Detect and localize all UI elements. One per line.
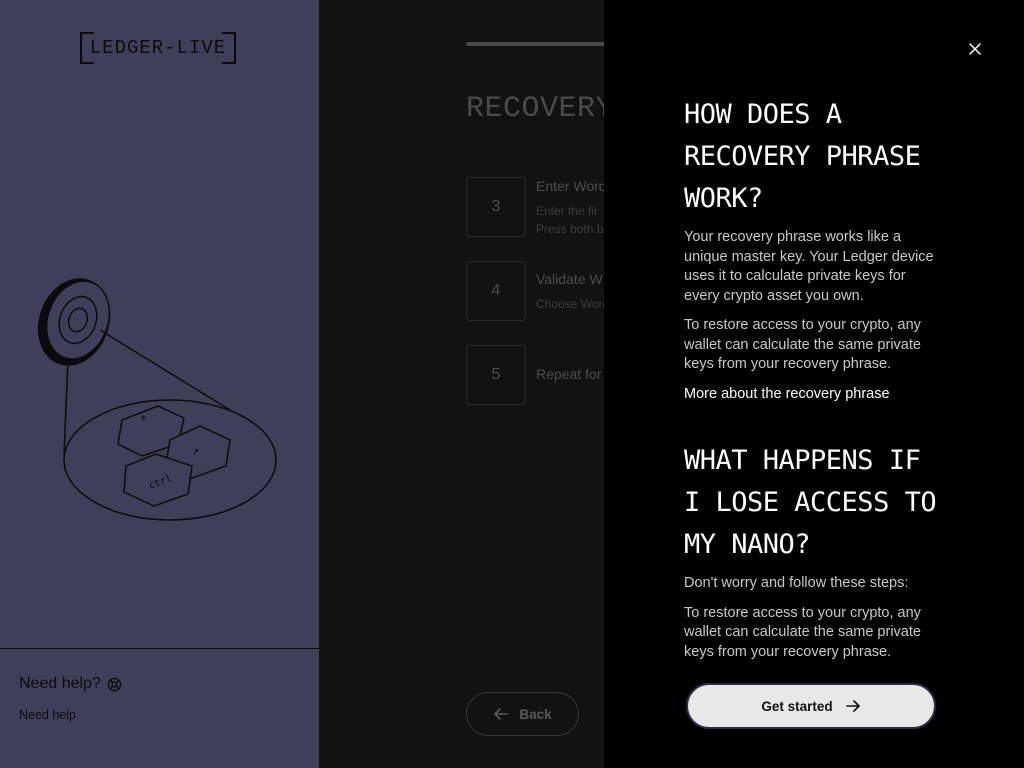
need-help-label: Need help? (19, 675, 101, 692)
svg-text:↗: ↗ (192, 443, 199, 457)
get-started-label: Get started (761, 698, 833, 714)
close-icon (969, 43, 981, 55)
drawer-content: HOW DOES A RECOVERY PHRASE WORK? Your re… (684, 94, 939, 672)
sidebar-divider (0, 648, 319, 649)
help-icon (107, 677, 122, 691)
logo-text: LEDGER-LIVE (89, 37, 227, 59)
logo-bracket-right (222, 32, 236, 64)
step-description: Choose Word (536, 295, 609, 313)
info-drawer: HOW DOES A RECOVERY PHRASE WORK? Your re… (604, 0, 1024, 768)
recovery-phrase-link[interactable]: More about the recovery phrase (684, 385, 939, 405)
step-number: 5 (466, 345, 526, 405)
close-button[interactable] (966, 40, 984, 58)
step-description-line: Press both b (536, 222, 604, 236)
back-button[interactable]: Back (466, 692, 579, 736)
step-description-line: Enter the fir (536, 204, 599, 218)
need-help-link[interactable]: Need help (19, 708, 76, 722)
step-number: 3 (466, 177, 526, 237)
svg-text:*: * (140, 413, 147, 427)
step-description: Enter the fir Press both b (536, 202, 603, 238)
step-title: Repeat for (536, 366, 602, 382)
section-paragraph: To restore access to your crypto, any wa… (684, 317, 921, 372)
arrow-left-icon (494, 708, 509, 720)
need-help-title: Need help? (19, 675, 122, 693)
step-description-line: Choose Word (536, 297, 610, 311)
get-started-button[interactable]: Get started (686, 683, 936, 729)
app-root: LEDGER-LIVE * ↗ ctrl Need help? Need hel… (0, 0, 1024, 768)
section-paragraph: Don't worry and follow these steps: (684, 575, 909, 591)
sidebar: LEDGER-LIVE * ↗ ctrl Need help? Need hel… (0, 0, 319, 768)
step-number: 4 (466, 261, 526, 321)
section-paragraph: Your recovery phrase works like a unique… (684, 229, 934, 304)
arrow-right-icon (845, 700, 860, 712)
back-button-label: Back (519, 706, 552, 722)
section-title: WHAT HAPPENS IF I LOSE ACCESS TO MY NANO… (684, 445, 937, 560)
section-paragraph: To restore access to your crypto, any wa… (684, 604, 921, 660)
recovery-illustration: * ↗ ctrl (37, 278, 277, 521)
step-title: Validate W (536, 271, 603, 287)
ledger-live-logo: LEDGER-LIVE (80, 32, 236, 64)
step-title: Enter Word (536, 178, 607, 194)
logo-bracket-left (80, 32, 94, 64)
page-title: RECOVERY (466, 92, 615, 126)
section-title: HOW DOES A RECOVERY PHRASE WORK? (684, 99, 921, 214)
progress-bar (466, 42, 626, 46)
